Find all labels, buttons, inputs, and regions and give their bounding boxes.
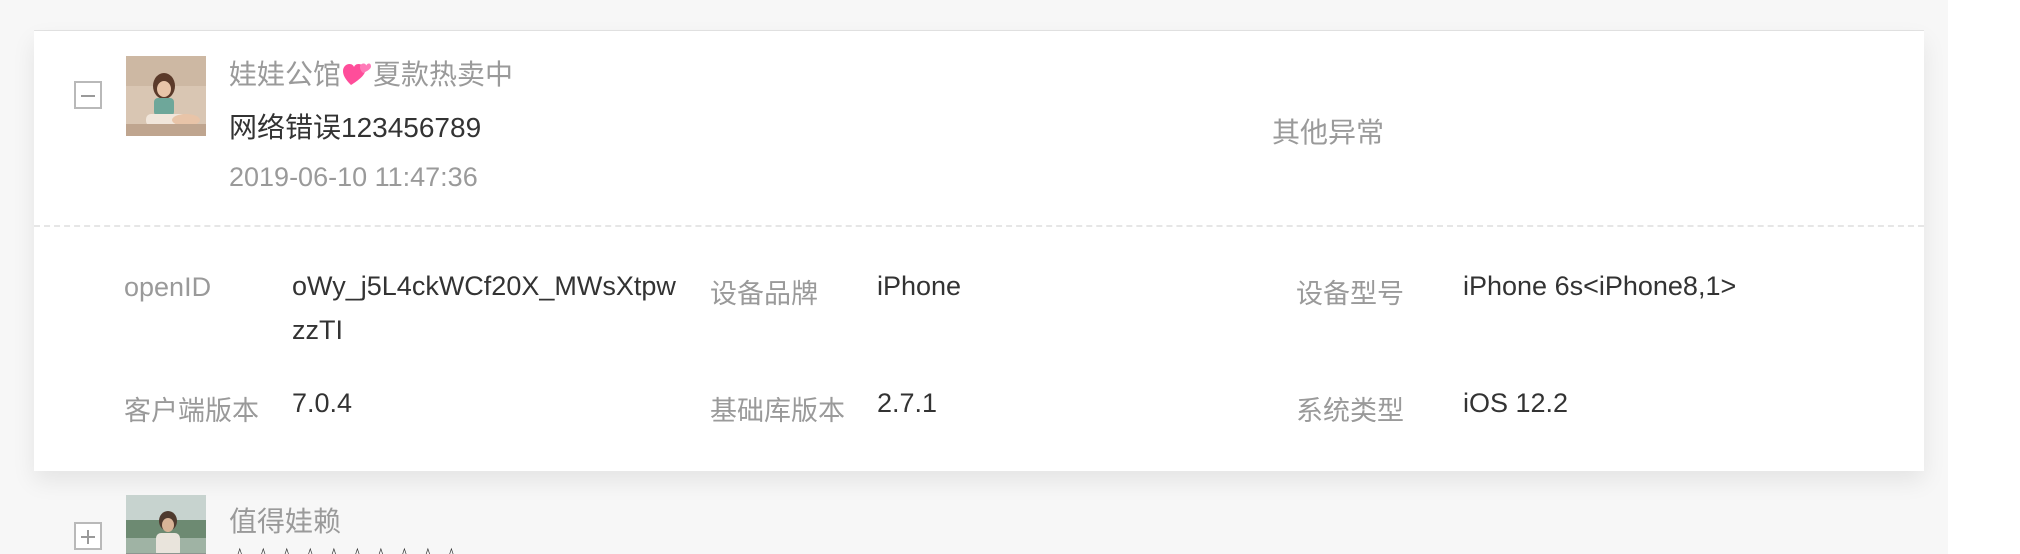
error-type: 其他异常 [1272,117,1385,148]
lib-version-value: 2.7.1 [877,388,938,418]
expand-toggle-button[interactable] [74,522,102,550]
lib-version-label: 基础库版本 [710,396,845,426]
device-brand-label: 设备品牌 [710,279,818,309]
plus-icon [87,530,89,544]
openid-label: openID [124,272,212,302]
error-record-card-expanded: 娃娃公馆 夏款热卖中 网络错误123456789 2019-06-10 11:47… [34,31,1924,471]
avatar [126,56,206,136]
device-brand-value: iPhone [877,271,962,301]
minus-icon [81,95,95,97]
page-scroll-gutter [1948,0,2020,554]
error-log-page: 娃娃公馆 夏款热卖中 网络错误123456789 2019-06-10 11:47… [0,0,2020,554]
device-model-value: iPhone 6s<iPhone8,1> [1463,271,1737,301]
os-type-label: 系统类型 [1296,396,1404,426]
detail-divider [34,225,1924,227]
client-version-label: 客户端版本 [124,396,259,426]
shop-name: 值得娃赖 [229,506,342,537]
avatar [126,495,206,554]
openid-value: oWy_j5L4ckWCf20X_MWsXtpwzzTI [292,271,676,345]
shop-name-text: 娃娃公馆 [229,59,342,90]
two-hearts-icon [343,61,372,94]
shop-name: 娃娃公馆 夏款热卖中 [229,53,513,94]
user-photo-icon [126,495,206,554]
client-version-value: 7.0.4 [292,388,353,418]
os-type-value: iOS 12.2 [1463,388,1569,418]
shop-suffix-text: 夏款热卖中 [373,59,514,90]
masked-message: ☆☆☆☆☆☆☆☆☆☆ [229,543,464,554]
collapse-toggle-button[interactable] [74,81,102,109]
error-timestamp: 2019-06-10 11:47:36 [229,162,478,192]
user-photo-icon [126,56,206,136]
device-model-label: 设备型号 [1296,279,1404,309]
error-message: 网络错误123456789 [229,112,482,143]
